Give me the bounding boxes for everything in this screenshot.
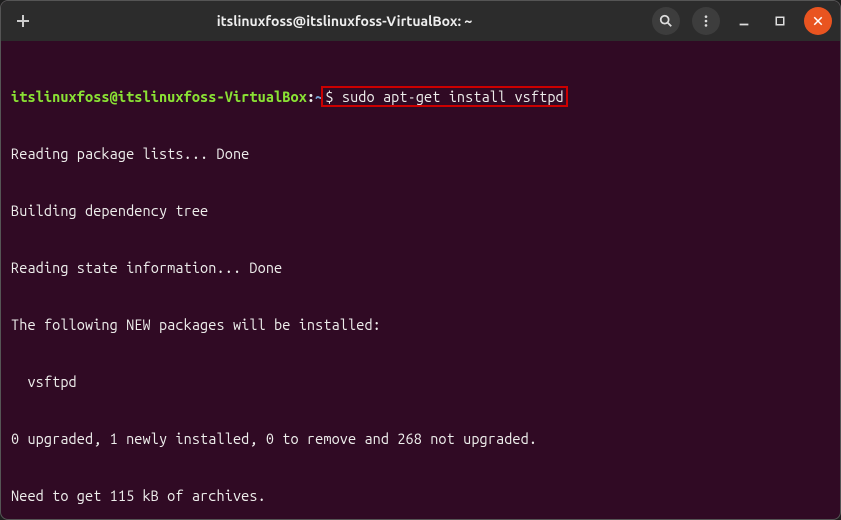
command-highlight: $ sudo apt-get install vsftpd: [321, 86, 567, 107]
user-host: itslinuxfoss@itslinuxfoss-VirtualBox: [11, 88, 307, 105]
command-text: sudo apt-get install vsftpd: [342, 88, 564, 105]
new-tab-button[interactable]: [9, 7, 37, 35]
output-line: Need to get 115 kB of archives.: [11, 486, 830, 505]
minimize-icon: [737, 14, 751, 28]
output-line: Reading state information... Done: [11, 258, 830, 277]
terminal-output[interactable]: itslinuxfoss@itslinuxfoss-VirtualBox:~$ …: [1, 41, 840, 520]
close-icon: [812, 15, 824, 27]
maximize-button[interactable]: [768, 9, 792, 33]
output-line: vsftpd: [11, 372, 830, 391]
menu-icon: [699, 14, 713, 28]
titlebar: itslinuxfoss@itslinuxfoss-VirtualBox: ~: [1, 1, 840, 41]
plus-icon: [15, 13, 31, 29]
output-line: The following NEW packages will be insta…: [11, 315, 830, 334]
terminal-window: itslinuxfoss@itslinuxfoss-VirtualBox: ~ …: [0, 0, 841, 520]
prompt-symbol: $: [325, 88, 341, 105]
search-button[interactable]: [652, 7, 680, 35]
output-line: Building dependency tree: [11, 201, 830, 220]
output-line: 0 upgraded, 1 newly installed, 0 to remo…: [11, 429, 830, 448]
search-icon: [659, 14, 673, 28]
prompt-line-1: itslinuxfoss@itslinuxfoss-VirtualBox:~$ …: [11, 87, 830, 106]
prompt-colon: :: [307, 88, 315, 105]
minimize-button[interactable]: [732, 9, 756, 33]
window-title: itslinuxfoss@itslinuxfoss-VirtualBox: ~: [45, 13, 644, 29]
maximize-icon: [774, 15, 786, 27]
close-button[interactable]: [804, 7, 832, 35]
output-line: Reading package lists... Done: [11, 144, 830, 163]
menu-button[interactable]: [692, 7, 720, 35]
